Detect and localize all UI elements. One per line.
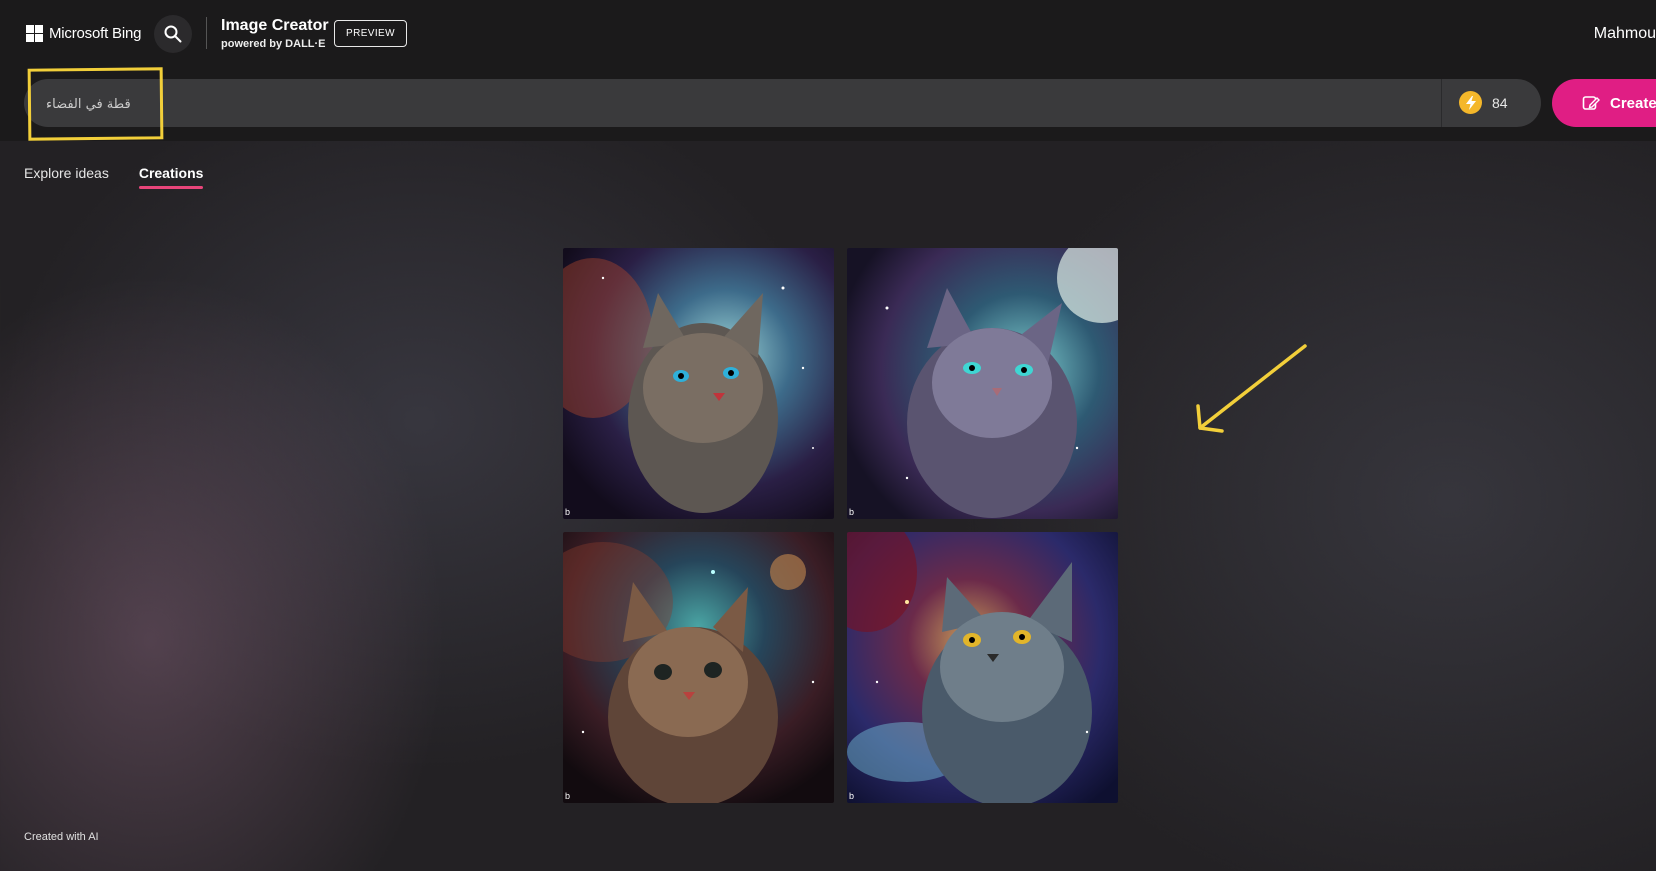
prompt-input[interactable] — [44, 79, 1348, 129]
image-creator-title[interactable]: Image Creator powered by DALL·E — [221, 17, 329, 50]
annotation-arrow-icon — [1196, 344, 1307, 433]
bing-logo-link[interactable]: Microsoft Bing — [26, 25, 141, 42]
result-image-3[interactable]: b — [563, 532, 834, 803]
image-watermark: b — [849, 791, 855, 801]
tab-bar: Explore ideas Creations — [24, 165, 233, 189]
tab-explore-ideas[interactable]: Explore ideas — [24, 165, 109, 189]
prompt-divider — [1441, 79, 1442, 127]
boost-counter[interactable]: 84 — [1459, 91, 1508, 114]
results-grid: b b b b — [563, 248, 1118, 803]
image-watermark: b — [849, 507, 855, 517]
create-button[interactable]: Create — [1552, 79, 1656, 127]
tab-creations[interactable]: Creations — [138, 165, 203, 189]
microsoft-logo-icon — [26, 25, 43, 42]
annotation-highlight-box — [27, 67, 164, 141]
search-button[interactable] — [154, 15, 192, 53]
image-watermark: b — [565, 791, 571, 801]
brand-name: Microsoft Bing — [49, 25, 142, 42]
search-icon — [164, 25, 182, 43]
cat-image-2 — [847, 248, 1118, 519]
page-subtitle: powered by DALL·E — [221, 38, 326, 50]
cat-image-1 — [563, 248, 834, 519]
page-title: Image Creator — [221, 17, 329, 34]
header-divider — [206, 17, 207, 49]
create-label: Create — [1610, 94, 1656, 112]
image-watermark: b — [565, 507, 571, 517]
boost-count: 84 — [1492, 94, 1508, 111]
user-account[interactable]: Mahmou — [1594, 25, 1656, 43]
preview-badge: PREVIEW — [334, 20, 407, 47]
result-image-2[interactable]: b — [847, 248, 1118, 519]
top-bar: Microsoft Bing Image Creator powered by … — [0, 0, 1656, 141]
cat-image-3 — [563, 532, 834, 803]
created-with-ai-note: Created with AI — [24, 831, 99, 843]
boost-coin-icon — [1459, 91, 1482, 114]
result-image-1[interactable]: b — [563, 248, 834, 519]
prompt-bar: 84 — [24, 79, 1541, 129]
cat-image-4 — [847, 532, 1118, 803]
result-image-4[interactable]: b — [847, 532, 1118, 803]
create-icon — [1582, 96, 1600, 110]
